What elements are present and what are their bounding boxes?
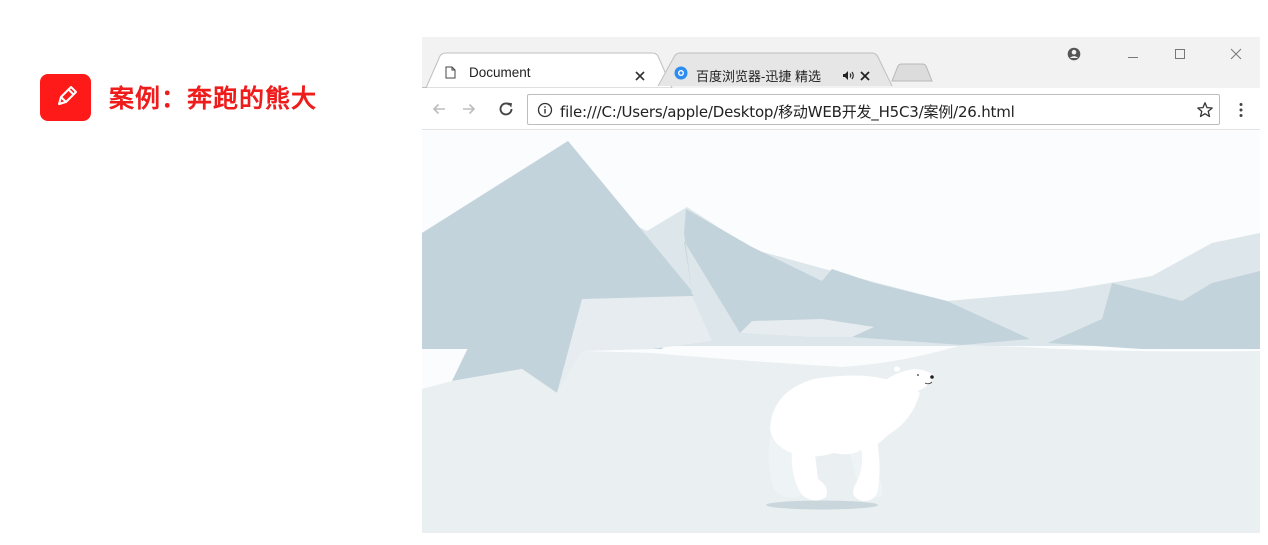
tab-title: Document bbox=[469, 65, 531, 80]
back-icon[interactable] bbox=[426, 96, 452, 122]
maximize-icon[interactable] bbox=[1166, 43, 1194, 65]
browser-window: Document 百度浏览器-迅捷 精选 file:///C:/Users/ap… bbox=[422, 37, 1260, 533]
audio-icon[interactable] bbox=[842, 68, 855, 86]
minimize-icon[interactable] bbox=[1119, 43, 1147, 65]
forward-icon[interactable] bbox=[456, 96, 482, 122]
address-bar[interactable]: file:///C:/Users/apple/Desktop/移动WEB开发_H… bbox=[527, 94, 1220, 125]
close-icon[interactable] bbox=[860, 68, 870, 86]
case-heading: 案例：奔跑的熊大 bbox=[40, 72, 317, 122]
window-close-icon[interactable] bbox=[1222, 43, 1250, 65]
address-text: file:///C:/Users/apple/Desktop/移动WEB开发_H… bbox=[560, 103, 1015, 121]
close-icon[interactable] bbox=[635, 68, 645, 86]
page-viewport bbox=[422, 131, 1260, 533]
tab-title: 百度浏览器-迅捷 精选 bbox=[696, 69, 821, 84]
tab-strip: Document 百度浏览器-迅捷 精选 bbox=[422, 37, 1260, 88]
profile-icon[interactable] bbox=[1060, 43, 1088, 65]
menu-icon[interactable] bbox=[1228, 97, 1254, 123]
reload-icon[interactable] bbox=[493, 96, 519, 122]
baidu-browser-icon bbox=[674, 66, 688, 85]
info-icon[interactable] bbox=[537, 102, 553, 123]
pencil-icon bbox=[40, 73, 91, 121]
page-icon bbox=[445, 66, 456, 84]
mountain-scene bbox=[422, 131, 1260, 533]
toolbar: file:///C:/Users/apple/Desktop/移动WEB开发_H… bbox=[422, 88, 1260, 130]
star-icon[interactable] bbox=[1192, 97, 1218, 123]
bear-shadow bbox=[766, 500, 878, 510]
case-title-text: 案例：奔跑的熊大 bbox=[109, 84, 318, 113]
